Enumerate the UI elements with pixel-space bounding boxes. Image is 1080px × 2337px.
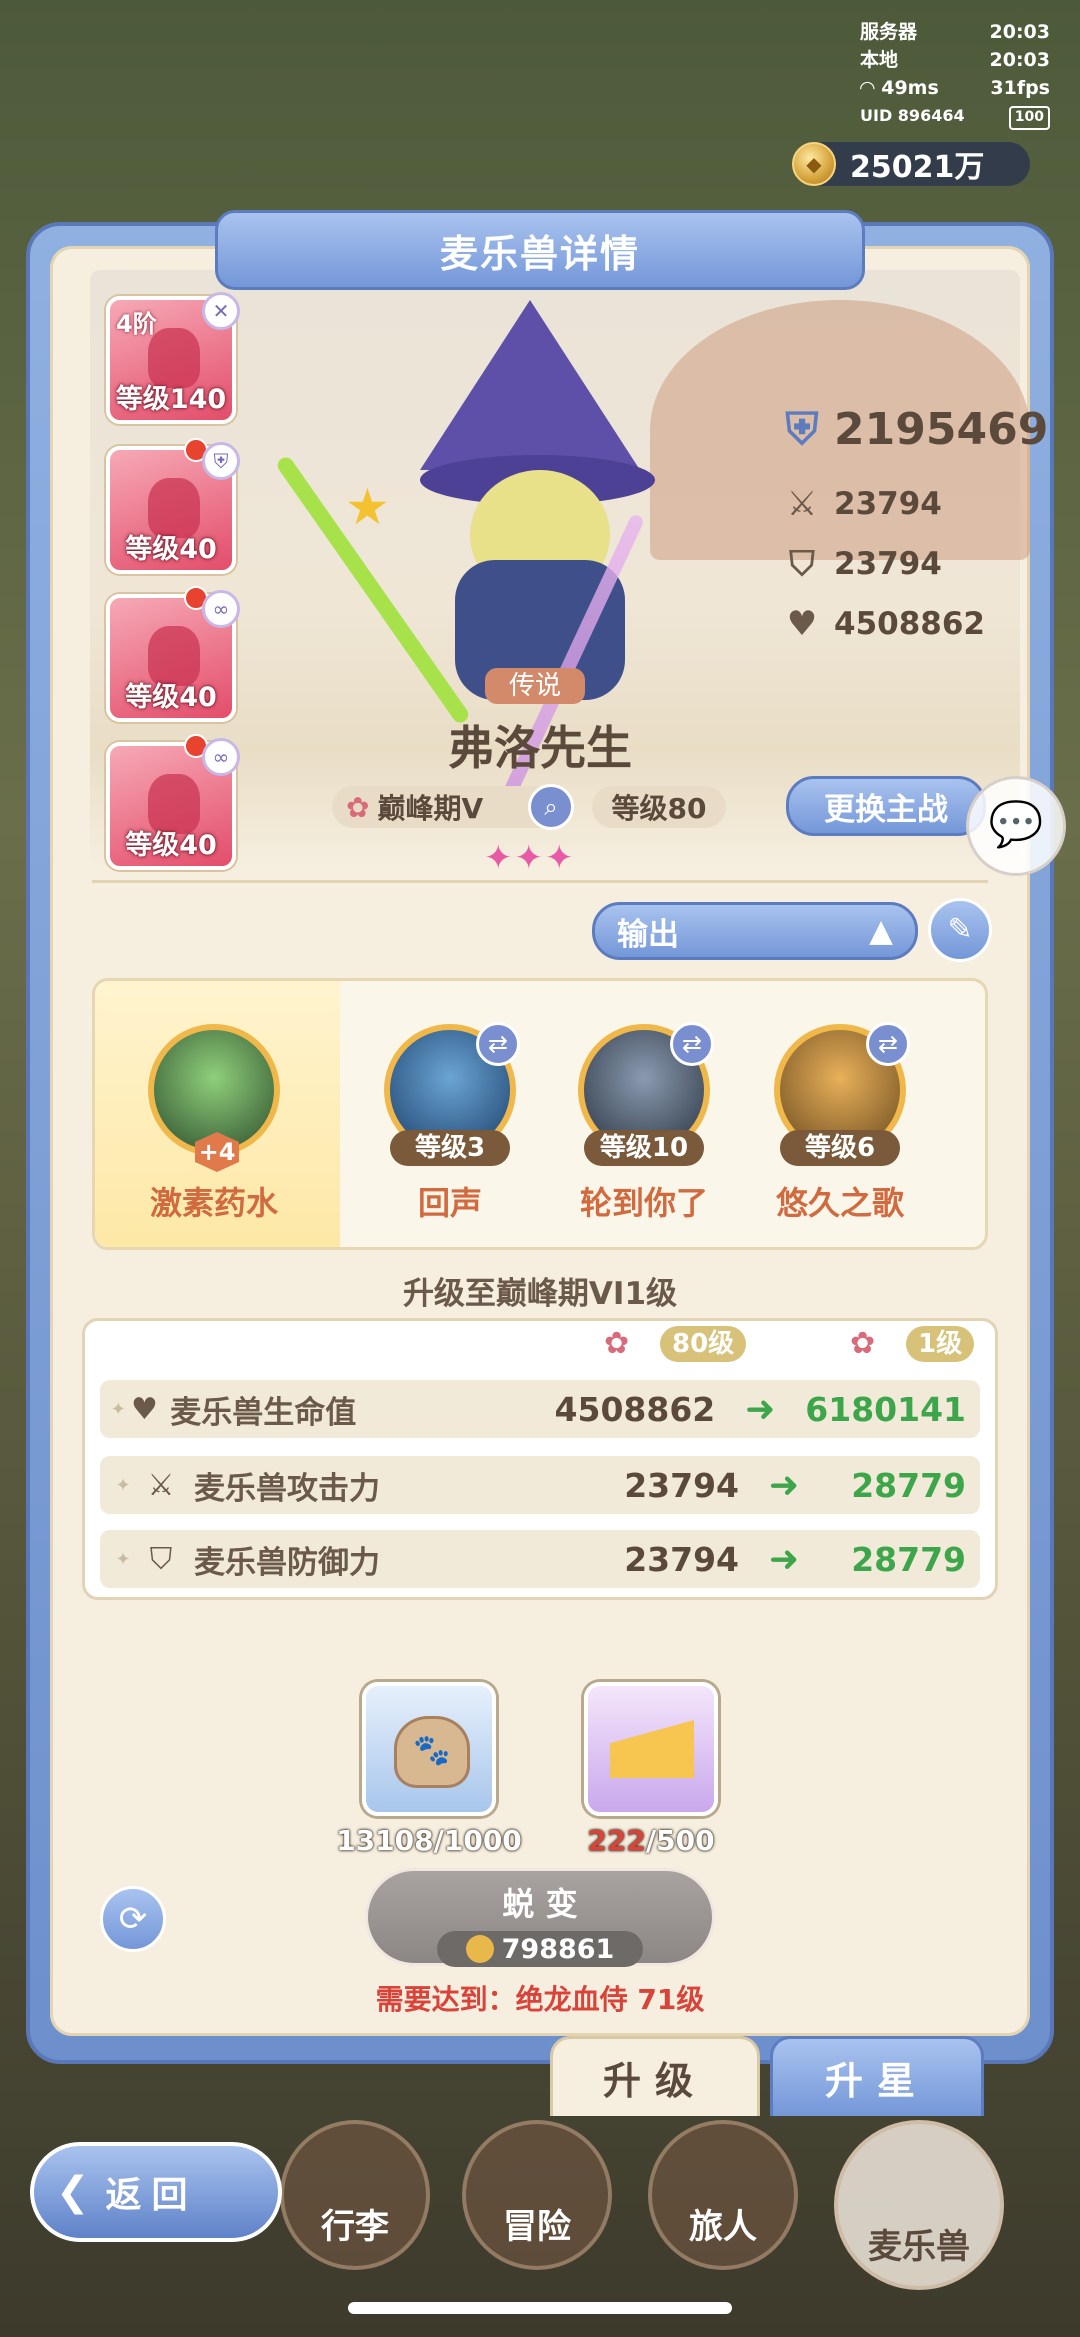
tab-star[interactable]: 升星: [770, 2036, 984, 2116]
wizard-hat-graphic: [420, 300, 640, 470]
skill-name: 悠久之歌: [775, 1184, 904, 1222]
star-sparkle-icon: ★: [345, 478, 390, 536]
skill-level: 等级3: [390, 1130, 510, 1166]
to-level: 1级: [906, 1326, 975, 1362]
cheese-icon: [610, 1720, 694, 1778]
uid: UID 896464: [860, 106, 965, 125]
evolve-requirement: 需要达到：绝龙血侍 71级: [375, 1983, 705, 2016]
swords-icon: ⚔: [147, 1467, 175, 1503]
refresh-icon[interactable]: ⟳: [100, 1886, 166, 1952]
shield-badge-icon[interactable]: ⛨: [202, 442, 240, 480]
evolve-cost: 798861: [437, 1931, 643, 1967]
food-bag-icon: 🐾: [394, 1716, 470, 1788]
currency-amount: 25021万: [850, 150, 985, 185]
skill-level: 等级6: [780, 1130, 900, 1166]
swords-icon: ⚔: [786, 484, 818, 524]
power-stat: ⛨ 2195469: [780, 404, 1049, 455]
arrow-right-icon: ➜: [768, 1538, 800, 1580]
edit-pencil-icon[interactable]: ✎: [928, 898, 992, 962]
nav-luggage[interactable]: 行李: [280, 2120, 430, 2270]
fps: 31fps: [990, 77, 1050, 99]
card-level: 等级40: [125, 830, 217, 861]
divider: [92, 880, 988, 883]
attack-stat: ⚔ 23794: [780, 484, 942, 524]
table-row: ✦ ⚔ 麦乐兽攻击力 23794 ➜ 28779: [100, 1456, 980, 1514]
wifi-icon: ◠: [860, 77, 882, 99]
upgrade-title: 升级至巅峰期VI1级: [402, 1276, 678, 1312]
skill-name: 轮到你了: [579, 1184, 708, 1222]
character-name: 弗洛先生: [448, 721, 632, 775]
panel-title: 麦乐兽详情: [215, 210, 865, 290]
shield-icon: ⛉: [789, 544, 815, 584]
nav-traveler[interactable]: 旅人: [648, 2120, 798, 2270]
caret-up-icon: ▲: [869, 913, 893, 949]
back-arrow-icon: ❮: [56, 2169, 90, 2215]
arrow-right-icon: ➜: [768, 1464, 800, 1506]
swap-icon[interactable]: ⇄: [866, 1022, 910, 1066]
card-level: 等级140: [115, 384, 227, 415]
heart-icon: ♥: [786, 604, 818, 644]
close-badge-icon[interactable]: ✕: [202, 292, 240, 330]
status-overlay: 服务器 20:03 本地 20:03 ◠ 49ms 31fps UID 896464 1…: [860, 18, 1050, 130]
server-label: 服务器: [860, 21, 918, 43]
local-time: 20:03: [989, 49, 1050, 71]
card-level: 等级40: [125, 534, 217, 565]
swap-icon[interactable]: ⇄: [476, 1022, 520, 1066]
card-level: 等级40: [125, 682, 217, 713]
local-label: 本地: [860, 49, 899, 71]
shield-icon: ⛉: [149, 1541, 173, 1577]
link-badge-icon[interactable]: ∞: [202, 738, 240, 776]
power-shield-icon: ⛨: [785, 404, 819, 455]
currency-bar[interactable]: ◆ 25021万: [792, 142, 1030, 186]
flower-icon: ✿: [346, 790, 370, 824]
link-badge-icon[interactable]: ∞: [202, 590, 240, 628]
flower-icon: ✿: [604, 1326, 630, 1361]
material-cheese[interactable]: [584, 1682, 718, 1816]
evolve-button[interactable]: 蜕 变 798861: [365, 1868, 715, 1967]
zoom-icon[interactable]: ⌕: [528, 784, 574, 830]
heart-icon: ♥: [130, 1391, 158, 1427]
level-pill: 等级80: [592, 786, 726, 828]
sparkle-icon: ✦: [110, 1398, 126, 1420]
material-food-bag[interactable]: 🐾: [362, 1682, 496, 1816]
hp-stat: ♥ 4508862: [780, 604, 985, 644]
switch-main-button[interactable]: 更换主战: [786, 776, 986, 836]
tab-upgrade[interactable]: 升级: [550, 2036, 760, 2116]
skill-name: 激素药水: [149, 1184, 278, 1222]
table-row: ✦ ♥ 麦乐兽生命值 4508862 ➜ 6180141: [100, 1380, 980, 1438]
star-rating: ✦✦✦: [484, 838, 576, 878]
material-count: 13108/1000: [336, 1824, 522, 1857]
swap-icon[interactable]: ⇄: [670, 1022, 714, 1066]
chat-bubble-icon[interactable]: 💬: [966, 776, 1066, 876]
defense-stat: ⛉ 23794: [780, 544, 942, 584]
server-time: 20:03: [989, 21, 1050, 43]
home-indicator[interactable]: [348, 2302, 732, 2314]
nav-adventure[interactable]: 冒险: [462, 2120, 612, 2270]
card-tier: 4阶: [116, 310, 157, 338]
evolve-label: 蜕 变: [502, 1885, 578, 1923]
sparkle-icon: ✦: [115, 1474, 131, 1496]
skill-level: 等级10: [584, 1130, 704, 1166]
arrow-right-icon: ➜: [745, 1388, 776, 1430]
back-button[interactable]: ❮ 返回: [30, 2142, 282, 2242]
material-count: 222/500: [587, 1824, 715, 1857]
flower-icon: ✿: [850, 1326, 876, 1361]
coin-icon: ◆: [792, 142, 836, 186]
from-level: 80级: [660, 1326, 747, 1362]
sparkle-icon: ✦: [115, 1548, 131, 1570]
rarity-badge: 传说: [485, 668, 585, 704]
role-dropdown[interactable]: 输出 ▲: [592, 902, 918, 960]
table-row: ✦ ⛉ 麦乐兽防御力 23794 ➜ 28779: [100, 1530, 980, 1588]
ping: ◠ 49ms: [860, 77, 939, 99]
skill-name: 回声: [417, 1184, 482, 1222]
nav-pets[interactable]: 麦乐兽: [834, 2120, 1004, 2290]
battery-icon: 100: [1008, 106, 1050, 130]
coin-icon: [465, 1935, 494, 1963]
